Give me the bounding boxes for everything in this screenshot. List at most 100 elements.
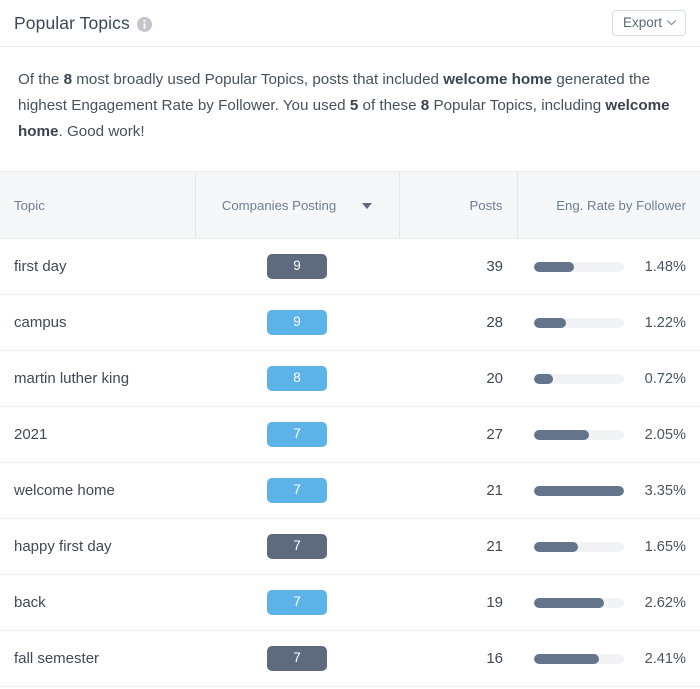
cell-posts: 28 [399,294,517,351]
cell-posts: 21 [399,518,517,575]
eng-rate-bar-track [534,597,624,608]
cell-topic: campus [0,294,195,351]
cell-eng-rate: 1.48% [517,238,700,295]
column-header-eng-rate-label: Eng. Rate by Follower [556,197,686,213]
export-button[interactable]: Export [611,9,686,37]
eng-rate-bar-track [534,261,624,272]
table-row[interactable]: happy first day 7 21 1.65% [0,518,700,575]
cell-posts: 21 [399,462,517,519]
desc-bold-topic-count: 8 [63,71,73,88]
popular-topics-card: Popular Topics Export Of the 8 most broa… [0,0,700,689]
companies-posting-badge: 7 [267,590,327,615]
topics-table-head: Topic Companies Posting Posts Eng. Rate … [0,171,700,239]
eng-rate-value: 1.48% [644,258,686,275]
cell-topic: back [0,574,195,631]
eng-rate-bar-track [534,653,624,664]
desc-part-5: Popular Topics, including [429,97,606,114]
companies-posting-badge: 7 [267,534,327,559]
companies-posting-badge: 9 [267,310,327,335]
chevron-down-icon [667,20,676,26]
topics-table-container: Topic Companies Posting Posts Eng. Rate … [0,171,700,689]
eng-rate-bar-fill [534,373,553,384]
table-row[interactable]: fall semester 7 16 2.41% [0,630,700,687]
eng-rate-value: 2.41% [644,650,686,667]
desc-part-1: Of the [18,71,64,88]
desc-bold-total-count: 8 [420,97,430,114]
eng-rate-value: 0.72% [644,370,686,387]
topics-table: Topic Companies Posting Posts Eng. Rate … [0,171,700,687]
cell-topic: welcome home [0,462,195,519]
topics-table-body: first day 9 39 1.48% campus 9 28 1.22% martin lu… [0,238,700,687]
cell-companies-posting: 9 [195,294,399,351]
sort-descending-icon[interactable] [362,203,373,209]
cell-posts: 20 [399,350,517,407]
cell-eng-rate: 3.35% [517,462,700,519]
eng-rate-bar-track [534,317,624,328]
cell-eng-rate: 1.65% [517,518,700,575]
eng-rate-value: 1.22% [644,314,686,331]
eng-rate-bar-track [534,429,624,440]
table-row[interactable]: campus 9 28 1.22% [0,294,700,351]
cell-posts: 19 [399,574,517,631]
desc-part-6: . Good work! [58,123,145,140]
companies-posting-badge: 9 [267,254,327,279]
cell-companies-posting: 7 [195,574,399,631]
table-row[interactable]: welcome home 7 21 3.35% [0,462,700,519]
table-header-row: Topic Companies Posting Posts Eng. Rate … [0,171,700,239]
cell-eng-rate: 0.72% [517,350,700,407]
cell-companies-posting: 7 [195,406,399,463]
cell-topic: happy first day [0,518,195,575]
companies-posting-badge: 7 [267,422,327,447]
cell-posts: 27 [399,406,517,463]
desc-part-2: most broadly used Popular Topics, posts … [72,71,444,88]
eng-rate-bar-fill [534,653,599,664]
cell-eng-rate: 2.62% [517,574,700,631]
cell-companies-posting: 7 [195,518,399,575]
cell-companies-posting: 9 [195,238,399,295]
desc-bold-used-count: 5 [349,97,359,114]
companies-posting-badge: 7 [267,478,327,503]
desc-part-4: of these [358,97,421,114]
companies-posting-badge: 7 [267,646,327,671]
eng-rate-bar-track [534,541,624,552]
eng-rate-value: 2.05% [644,426,686,443]
table-row[interactable]: 2021 7 27 2.05% [0,406,700,463]
cell-posts: 39 [399,238,517,295]
summary-description: Of the 8 most broadly used Popular Topic… [0,47,700,145]
cell-eng-rate: 2.41% [517,630,700,687]
eng-rate-bar-fill [534,597,605,608]
eng-rate-bar-track [534,485,624,496]
desc-bold-top-topic: welcome home [443,71,553,88]
column-header-eng-rate[interactable]: Eng. Rate by Follower [516,171,700,239]
table-row[interactable]: martin luther king 8 20 0.72% [0,350,700,407]
cell-topic: 2021 [0,406,195,463]
cell-eng-rate: 1.22% [517,294,700,351]
card-header-left: Popular Topics [14,13,152,34]
column-header-posts[interactable]: Posts [398,171,517,239]
eng-rate-bar-fill [534,261,574,272]
cell-companies-posting: 8 [195,350,399,407]
eng-rate-bar-fill [534,485,624,496]
eng-rate-bar-fill [534,541,579,552]
cell-posts: 16 [399,630,517,687]
cell-companies-posting: 7 [195,462,399,519]
page-title: Popular Topics [14,12,130,33]
cell-topic: martin luther king [0,350,195,407]
table-row[interactable]: back 7 19 2.62% [0,574,700,631]
cell-eng-rate: 2.05% [517,406,700,463]
eng-rate-bar-fill [534,429,589,440]
eng-rate-bar-fill [534,317,567,328]
column-header-posts-label: Posts [469,197,503,213]
cell-companies-posting: 7 [195,630,399,687]
cell-topic: fall semester [0,630,195,687]
eng-rate-value: 2.62% [644,594,686,611]
card-header: Popular Topics Export [0,0,700,47]
info-icon[interactable] [136,16,152,32]
export-button-label: Export [622,14,662,30]
eng-rate-value: 3.35% [644,482,686,499]
column-header-companies-posting-label: Companies Posting [221,197,337,213]
eng-rate-bar-track [534,373,624,384]
table-row[interactable]: first day 9 39 1.48% [0,238,700,295]
column-header-companies-posting[interactable]: Companies Posting [194,171,399,239]
column-header-topic[interactable]: Topic [0,171,195,239]
